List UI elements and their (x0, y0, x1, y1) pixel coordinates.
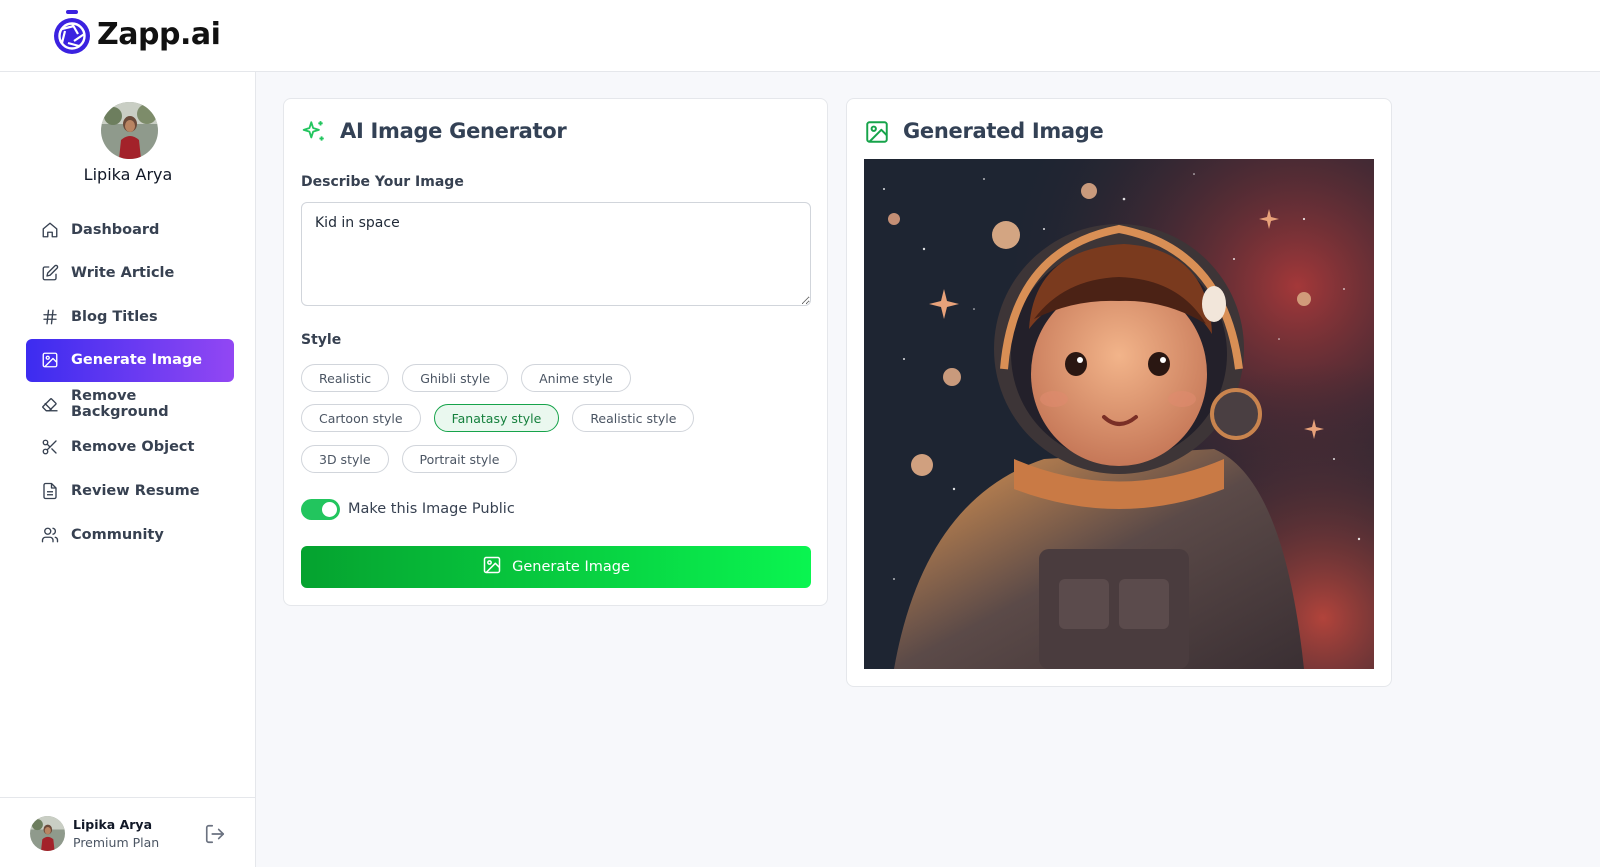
footer-user-plan: Premium Plan (73, 835, 160, 850)
scissors-icon (41, 438, 59, 456)
sidebar-item-blog-titles[interactable]: Blog Titles (26, 295, 234, 338)
style-chip-fantasy[interactable]: Fanatasy style (433, 404, 560, 432)
top-bar: Zapp.ai (0, 0, 1600, 72)
sidebar-item-remove-object[interactable]: Remove Object (26, 426, 234, 469)
sidebar-footer: Lipika Arya Premium Plan (0, 797, 256, 867)
generated-image-title: Generated Image (903, 119, 1104, 143)
sidebar-item-label: Community (71, 526, 164, 543)
house-icon (41, 221, 59, 239)
app-name: Zapp.ai (97, 16, 221, 52)
style-chip-row: 3D style Portrait style (301, 445, 530, 473)
style-chip-portrait[interactable]: Portrait style (401, 445, 518, 473)
logo-icon (52, 10, 94, 58)
generated-image[interactable] (864, 159, 1374, 669)
style-chip-realistic-style[interactable]: Realistic style (572, 404, 695, 432)
style-chip-3d[interactable]: 3D style (301, 445, 389, 473)
sidebar-item-review-resume[interactable]: Review Resume (26, 470, 234, 513)
sidebar: Lipika Arya Dashboard Write Article Blog… (0, 72, 256, 867)
sidebar-item-label: Generate Image (71, 352, 203, 369)
sidebar-item-label: Dashboard (71, 221, 160, 238)
image-generator-card: AI Image Generator Describe Your Image K… (283, 98, 828, 606)
sidebar-nav: Dashboard Write Article Blog Titles Gene… (26, 208, 234, 557)
logout-icon[interactable] (204, 823, 226, 845)
style-chip-cartoon[interactable]: Cartoon style (301, 404, 421, 432)
avatar[interactable] (30, 816, 65, 851)
sidebar-item-write-article[interactable]: Write Article (26, 252, 234, 295)
generator-title: AI Image Generator (340, 119, 567, 143)
edit-icon (41, 264, 59, 282)
sidebar-item-label: Review Resume (71, 483, 200, 500)
profile-name: Lipika Arya (83, 165, 173, 184)
sidebar-item-label: Blog Titles (71, 308, 158, 325)
sidebar-item-label: Remove Background (71, 387, 169, 420)
describe-label: Describe Your Image (301, 174, 464, 190)
public-toggle[interactable] (301, 499, 340, 520)
public-toggle-label: Make this Image Public (348, 501, 515, 517)
prompt-input[interactable]: Kid in space (301, 202, 811, 306)
generate-image-button[interactable]: Generate Image (301, 546, 811, 588)
file-text-icon (41, 482, 59, 500)
hash-icon (41, 308, 59, 326)
sidebar-item-community[interactable]: Community (26, 513, 234, 556)
image-icon (482, 555, 502, 579)
style-chip-row: Cartoon style Fanatasy style Realistic s… (301, 404, 707, 432)
sidebar-item-label: Remove Object (71, 439, 195, 456)
avatar (101, 102, 158, 159)
style-label: Style (301, 332, 342, 348)
sidebar-item-generate-image[interactable]: Generate Image (26, 338, 234, 382)
users-icon (41, 526, 59, 544)
toggle-knob (322, 502, 337, 517)
style-chip-ghibli[interactable]: Ghibli style (402, 364, 509, 392)
generated-image-card: Generated Image (846, 98, 1392, 687)
style-chip-anime[interactable]: Anime style (521, 364, 631, 392)
sidebar-item-dashboard[interactable]: Dashboard (26, 208, 234, 251)
app-logo[interactable]: Zapp.ai (52, 10, 221, 58)
style-chip-realistic[interactable]: Realistic (301, 364, 390, 392)
footer-user-name: Lipika Arya (73, 817, 153, 832)
generate-button-label: Generate Image (512, 559, 630, 575)
eraser-icon (41, 395, 59, 413)
style-chip-row: Realistic Ghibli style Anime style (301, 364, 644, 392)
sidebar-item-label: Write Article (71, 265, 175, 282)
image-icon (864, 119, 890, 145)
sparkles-icon (301, 119, 327, 145)
sidebar-item-remove-background[interactable]: Remove Background (26, 382, 234, 425)
image-icon (41, 351, 59, 369)
